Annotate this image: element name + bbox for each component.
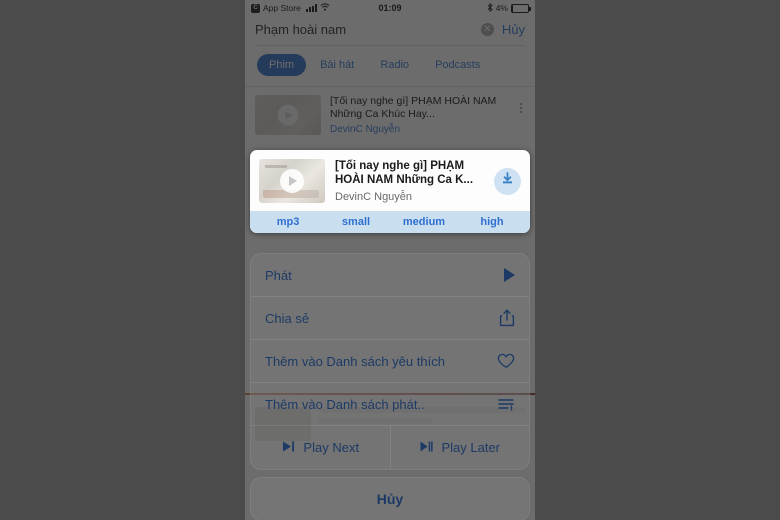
- quality-options-bar: mp3 small medium high: [250, 211, 530, 233]
- quality-option-medium[interactable]: medium: [390, 216, 458, 228]
- play-triangle-icon: [504, 268, 515, 282]
- quality-option-mp3[interactable]: mp3: [254, 216, 322, 228]
- action-row-add-to-playlist-label: Thêm vào Danh sách phát..: [265, 396, 425, 412]
- play-circle-icon: [280, 169, 304, 193]
- action-row-play[interactable]: Phát: [251, 254, 529, 297]
- play-later-button[interactable]: Play Later: [391, 426, 530, 469]
- play-next-button[interactable]: Play Next: [251, 426, 390, 469]
- card-text: [Tối nay nghe gì] PHẠM HOÀI NAM Những Ca…: [335, 159, 484, 203]
- action-sheet: Phát Chia sẻ Thêm vào Danh sách yêu thíc…: [250, 253, 530, 520]
- letterbox-left: [0, 0, 245, 520]
- phone-screen: C App Store 01:09 4%: [245, 0, 535, 520]
- download-button[interactable]: [494, 167, 521, 195]
- play-next-label: Play Next: [303, 440, 360, 455]
- playlist-add-icon: [497, 397, 515, 411]
- action-row-favorite-label: Thêm vào Danh sách yêu thích: [265, 353, 445, 369]
- action-sheet-panel: Phát Chia sẻ Thêm vào Danh sách yêu thíc…: [250, 253, 530, 470]
- action-row-play-label: Phát: [265, 267, 292, 283]
- play-later-label: Play Later: [441, 440, 501, 455]
- share-icon: [499, 309, 515, 327]
- action-row-share-label: Chia sẻ: [265, 310, 310, 326]
- letterbox-right: [535, 0, 780, 520]
- quality-option-small[interactable]: small: [322, 216, 390, 228]
- quality-option-high[interactable]: high: [458, 216, 526, 228]
- action-row-add-to-playlist[interactable]: Thêm vào Danh sách phát..: [251, 383, 529, 426]
- highlighted-download-card: [Tối nay nghe gì] PHẠM HOÀI NAM Những Ca…: [250, 150, 530, 233]
- action-row-favorite[interactable]: Thêm vào Danh sách yêu thích: [251, 340, 529, 383]
- screenshot-stage: C App Store 01:09 4%: [0, 0, 780, 520]
- card-title: [Tối nay nghe gì] PHẠM HOÀI NAM Những Ca…: [335, 160, 474, 186]
- download-icon: [500, 171, 515, 191]
- card-video-thumbnail[interactable]: [259, 159, 325, 203]
- skip-next-icon: [281, 440, 296, 456]
- card-channel: DevinC Nguyễn: [335, 191, 413, 203]
- action-row-play-next-later: Play Next Play Later: [251, 426, 529, 469]
- heart-icon: [497, 353, 515, 369]
- card-main-row: [Tối nay nghe gì] PHẠM HOÀI NAM Những Ca…: [250, 150, 530, 211]
- play-later-icon: [419, 440, 434, 456]
- action-row-share[interactable]: Chia sẻ: [251, 297, 529, 340]
- action-sheet-cancel-button[interactable]: Hủy: [250, 477, 530, 520]
